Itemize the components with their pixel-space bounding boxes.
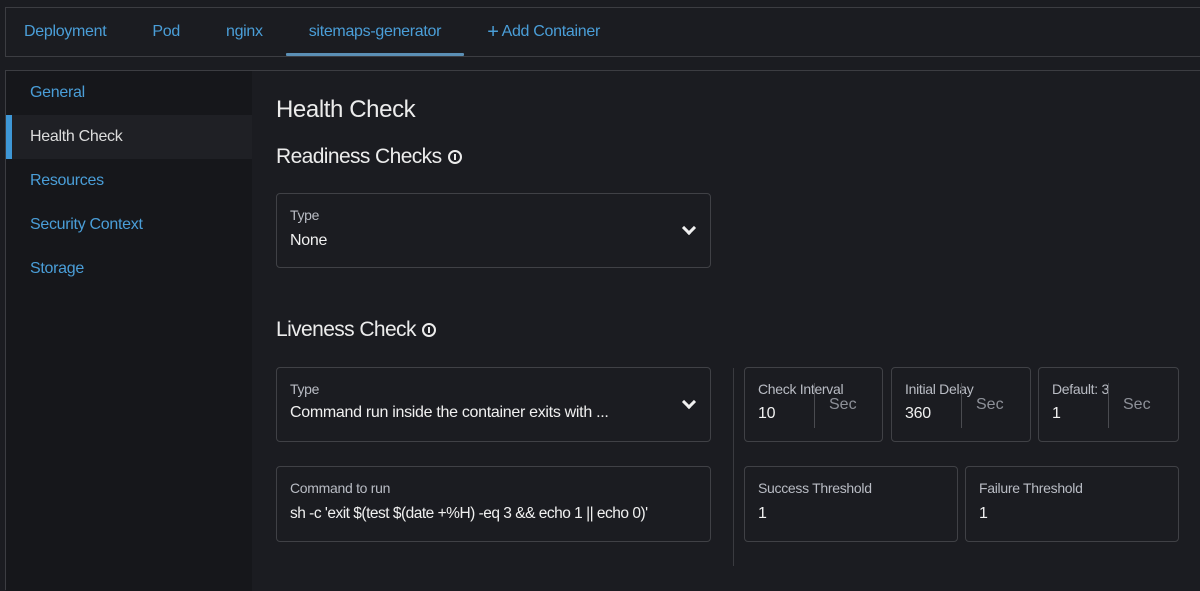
field-value: 1 <box>758 505 767 522</box>
field-label: Type <box>290 207 320 223</box>
unit-separator <box>961 383 962 428</box>
liveness-heading: Liveness Check <box>276 318 436 342</box>
initial-delay-input[interactable]: Initial Delay 360 Sec <box>891 367 1031 442</box>
chevron-down-icon <box>681 394 697 409</box>
section-sidebar: General Health Check Resources Security … <box>6 71 252 591</box>
success-threshold-input[interactable]: Success Threshold 1 <box>744 466 958 542</box>
field-label: Initial Delay <box>905 381 974 397</box>
tab-label: Deployment <box>24 23 107 40</box>
info-icon[interactable] <box>421 323 436 337</box>
tab-label: nginx <box>225 23 263 40</box>
info-icon[interactable] <box>447 150 462 164</box>
container-tab-bar: Deployment Pod nginx sitemaps-generator … <box>5 7 1200 57</box>
liveness-heading-text: Liveness Check <box>276 318 416 341</box>
sidebar-item-label: Security Context <box>30 216 143 233</box>
sidebar-item-security-context[interactable]: Security Context <box>6 203 252 247</box>
field-label: Default: 3 <box>1052 381 1109 397</box>
unit-suffix: Sec <box>829 396 857 413</box>
sidebar-item-health-check[interactable]: Health Check <box>6 115 252 159</box>
add-container-button[interactable]: + Add Container <box>464 8 623 56</box>
plus-icon: + <box>487 21 499 43</box>
sidebar-item-label: General <box>30 84 85 101</box>
field-label: Type <box>290 381 320 397</box>
health-check-content: Health Check Readiness Checks Type None … <box>276 71 1200 581</box>
readiness-heading-text: Readiness Checks <box>276 145 442 168</box>
field-value: Command run inside the container exits w… <box>290 404 609 421</box>
field-label: Check Interval <box>758 381 844 397</box>
readiness-heading: Readiness Checks <box>276 145 462 169</box>
chevron-down-icon <box>681 220 697 235</box>
failure-threshold-input[interactable]: Failure Threshold 1 <box>965 466 1179 542</box>
field-label: Success Threshold <box>758 480 872 496</box>
field-label: Failure Threshold <box>979 480 1083 496</box>
liveness-type-select[interactable]: Type Command run inside the container ex… <box>276 367 711 442</box>
sidebar-item-label: Resources <box>30 172 104 189</box>
field-value: 360 <box>905 405 931 422</box>
sidebar-item-general[interactable]: General <box>6 71 252 115</box>
timeout-input[interactable]: Default: 3 1 Sec <box>1038 367 1179 442</box>
column-divider <box>733 368 734 566</box>
tab-nginx[interactable]: nginx <box>203 8 286 56</box>
tab-pod[interactable]: Pod <box>129 8 203 56</box>
tab-sitemaps-generator[interactable]: sitemaps-generator <box>285 8 465 56</box>
tab-deployment[interactable]: Deployment <box>6 8 129 56</box>
command-to-run-input[interactable]: Command to run sh -c 'exit $(test $(date… <box>276 466 711 542</box>
field-value: 1 <box>1052 405 1061 422</box>
sidebar-item-label: Health Check <box>30 128 123 145</box>
field-value: None <box>290 232 328 249</box>
check-interval-input[interactable]: Check Interval 10 Sec <box>744 367 883 442</box>
field-value: sh -c 'exit $(test $(date +%H) -eq 3 && … <box>290 505 648 522</box>
sidebar-item-storage[interactable]: Storage <box>6 247 252 291</box>
unit-suffix: Sec <box>1123 396 1151 413</box>
tab-label: sitemaps-generator <box>308 23 442 40</box>
sidebar-item-label: Storage <box>30 260 84 277</box>
tab-label: Pod <box>152 23 180 40</box>
unit-separator <box>1108 383 1109 428</box>
unit-suffix: Sec <box>976 396 1004 413</box>
field-value: 10 <box>758 405 776 422</box>
readiness-type-select[interactable]: Type None <box>276 193 711 268</box>
sidebar-item-resources[interactable]: Resources <box>6 159 252 203</box>
unit-separator <box>814 383 815 428</box>
page-title: Health Check <box>276 96 416 123</box>
add-container-label: Add Container <box>501 23 601 40</box>
field-label: Command to run <box>290 480 391 496</box>
field-value: 1 <box>979 505 988 522</box>
container-config-panel: General Health Check Resources Security … <box>5 70 1200 591</box>
